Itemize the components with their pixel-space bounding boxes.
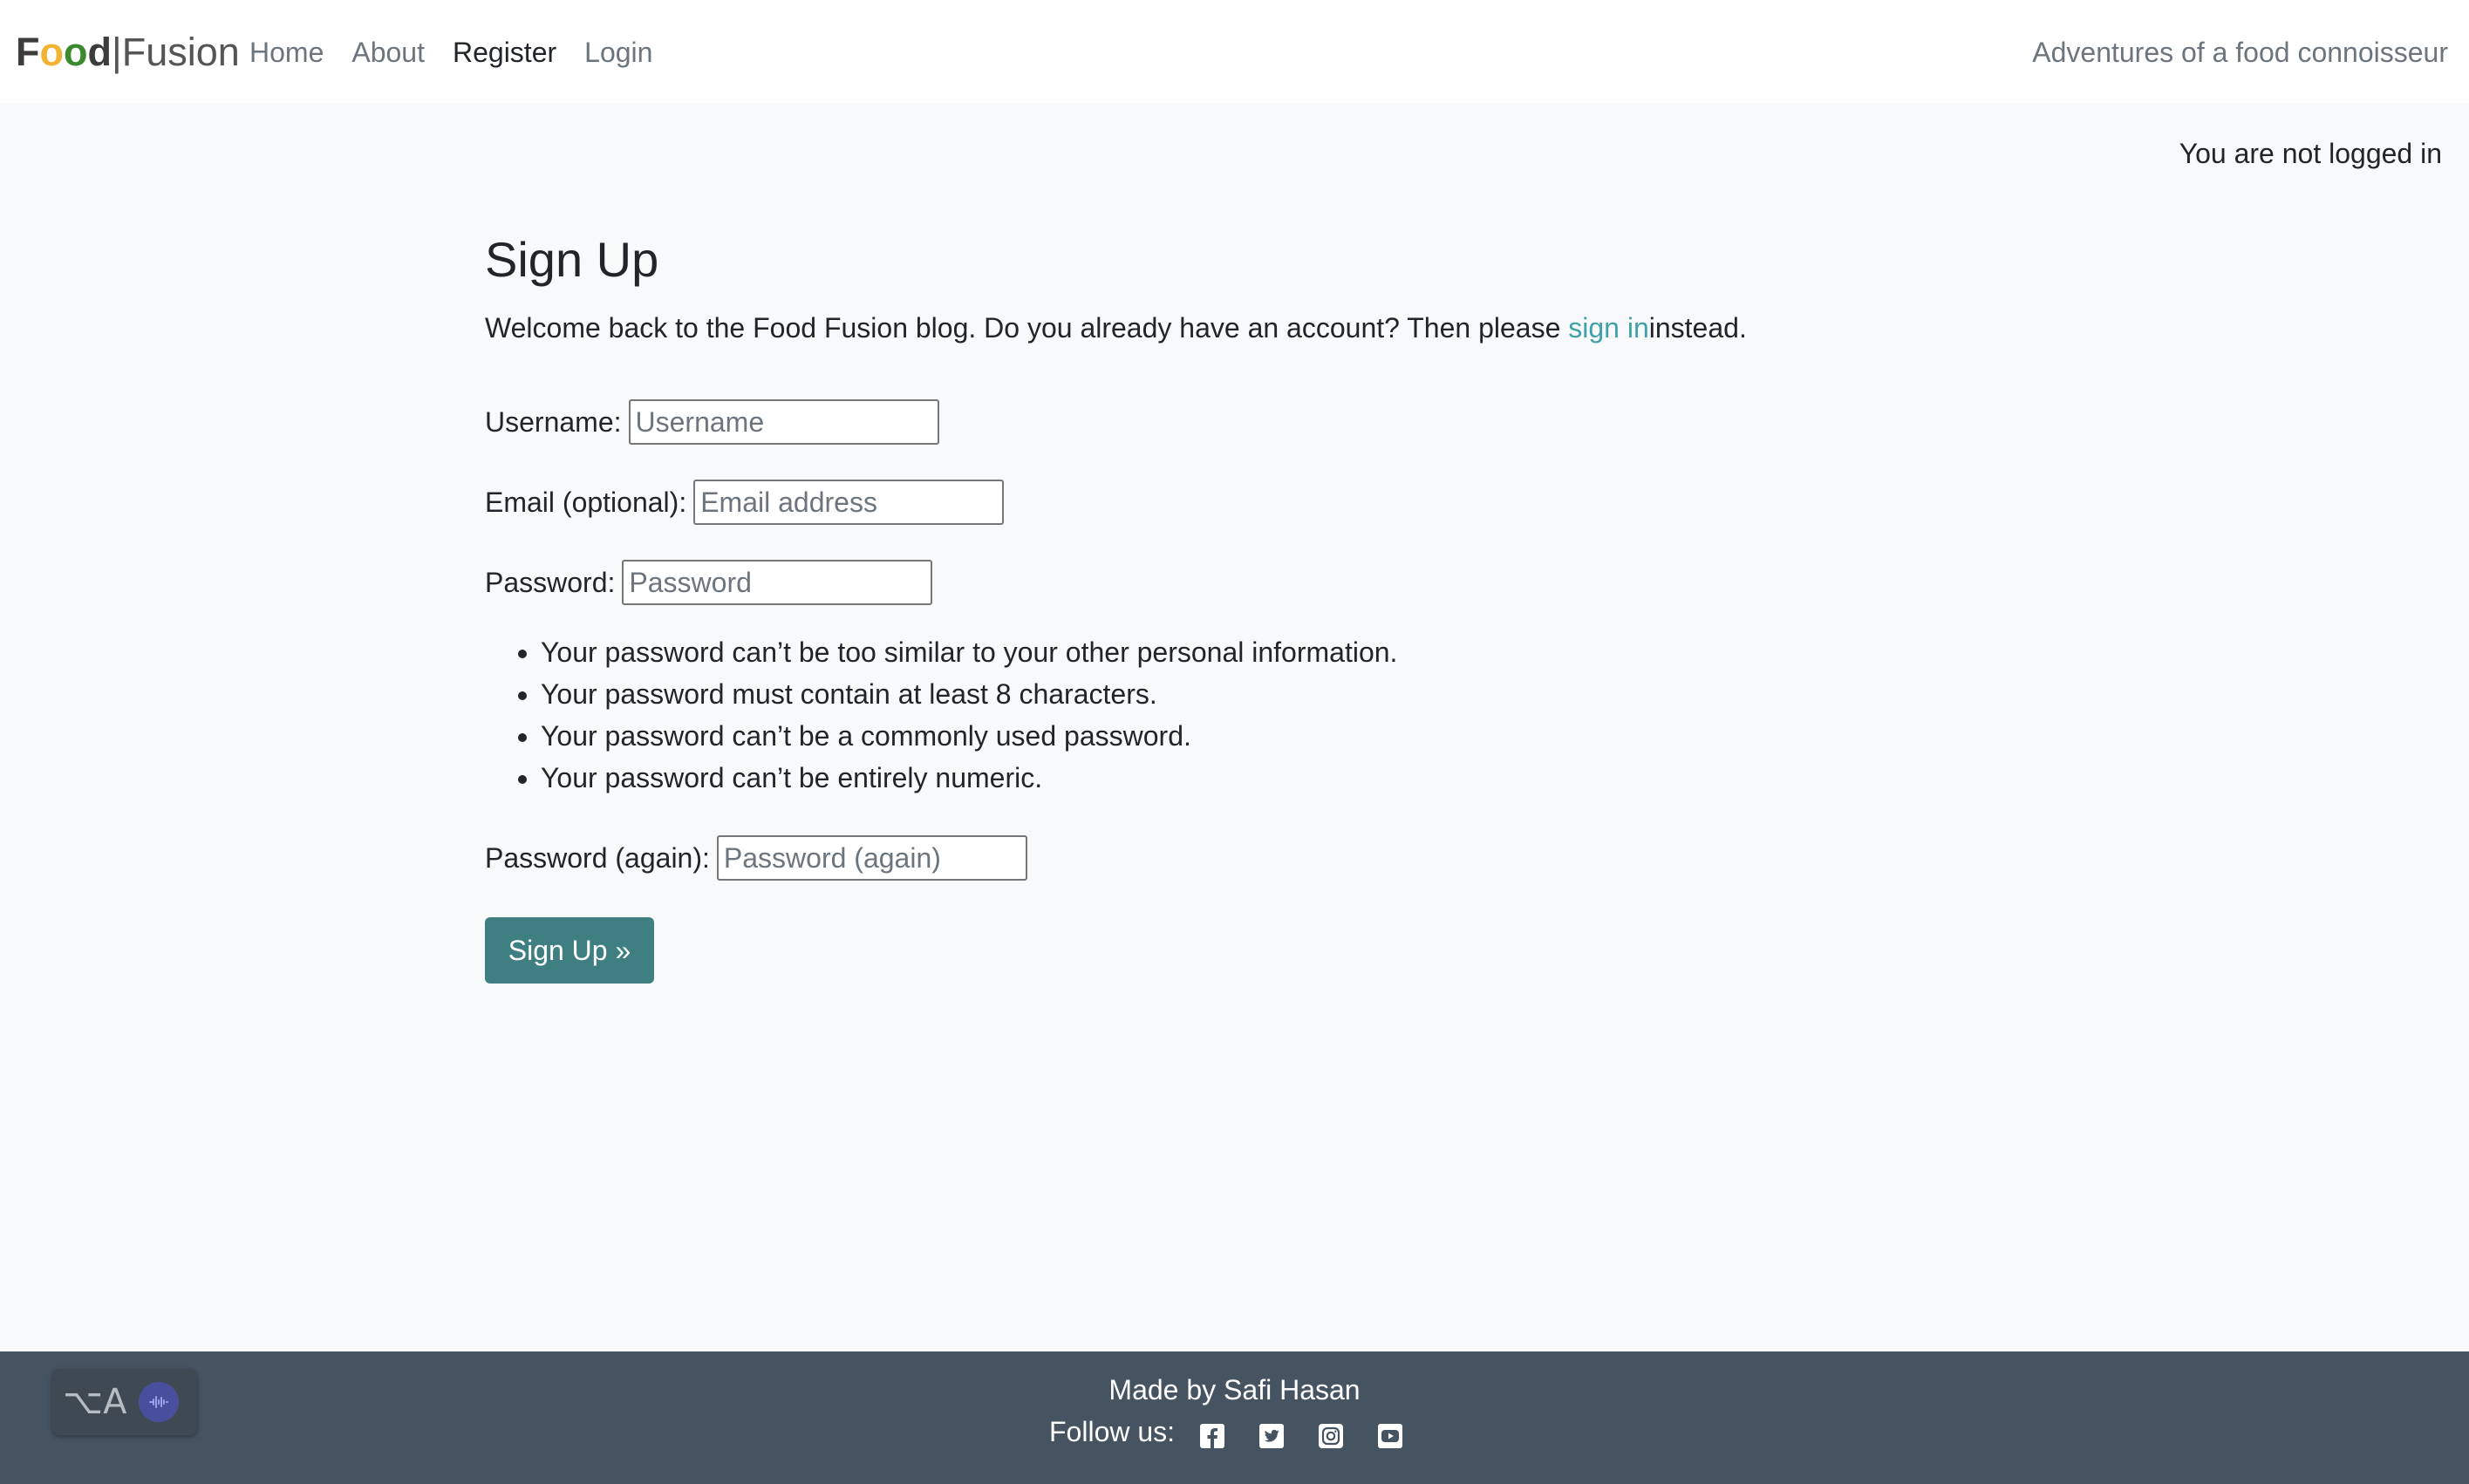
password-label: Password: [485, 566, 616, 598]
username-label: Username: [485, 405, 622, 438]
nav-link-about[interactable]: About [351, 37, 425, 69]
login-status: You are not logged in [2179, 138, 2442, 169]
facebook-icon[interactable] [1199, 1419, 1225, 1448]
password-rule: Your password can’t be too similar to yo… [541, 631, 1397, 673]
brand-letter: o [39, 30, 65, 74]
email-label: Email (optional): [485, 486, 687, 518]
password-again-row: Password (again): [485, 835, 1027, 881]
sign-in-link[interactable]: sign in [1568, 312, 1649, 344]
signup-content: Sign Up Welcome back to the Food Fusion … [485, 225, 2055, 984]
floating-shortcut-widget[interactable]: ⌥A [52, 1369, 197, 1435]
page-title: Sign Up [485, 232, 659, 287]
password-input[interactable] [622, 560, 933, 605]
username-input[interactable] [628, 399, 939, 445]
nav-link-register[interactable]: Register [453, 37, 556, 69]
intro-before: Welcome back to the Food Fusion blog. Do… [485, 312, 1569, 344]
brand-letter: F [16, 30, 40, 74]
nav-links: Home About Register Login [249, 28, 680, 77]
page-footer: Made by Safi Hasan Follow us: [0, 1351, 2469, 1484]
username-row: Username: [485, 399, 939, 445]
email-row: Email (optional): [485, 480, 1005, 525]
brand-food: Food [16, 30, 112, 74]
audio-wave-icon[interactable] [139, 1382, 180, 1422]
password-rule: Your password can’t be entirely numeric. [541, 757, 1397, 799]
brand-fusion: Fusion [121, 30, 240, 74]
twitter-icon[interactable] [1258, 1419, 1285, 1448]
password-again-input[interactable] [716, 835, 1027, 881]
intro-after: instead. [1648, 312, 1747, 344]
follow-us: Follow us: [1049, 1411, 1436, 1453]
sign-up-button[interactable]: Sign Up » [485, 917, 654, 984]
keyboard-shortcut-label: ⌥A [63, 1382, 127, 1422]
top-navbar: Food|Fusion Home About Register Login Ad… [0, 0, 2469, 103]
nav-link-login[interactable]: Login [584, 37, 652, 69]
password-rules: Your password can’t be too similar to yo… [485, 631, 1397, 799]
brand-letter: d [87, 30, 113, 74]
brand-letter: o [64, 30, 88, 74]
brand-logo[interactable]: Food|Fusion [16, 26, 240, 78]
youtube-icon[interactable] [1377, 1419, 1403, 1448]
nav-link-home[interactable]: Home [249, 37, 324, 69]
password-rule: Your password must contain at least 8 ch… [541, 673, 1397, 715]
follow-label: Follow us: [1049, 1416, 1176, 1447]
social-icons [1199, 1419, 1436, 1448]
intro-text: Welcome back to the Food Fusion blog. Do… [485, 307, 2055, 349]
brand-separator: | [112, 30, 122, 74]
password-rule: Your password can’t be a commonly used p… [541, 715, 1397, 757]
password-again-label: Password (again): [485, 841, 710, 874]
made-by-text: Made by Safi Hasan [1108, 1374, 1361, 1406]
site-tagline: Adventures of a food connoisseur [2032, 37, 2448, 68]
instagram-icon[interactable] [1318, 1419, 1344, 1448]
password-row: Password: [485, 560, 933, 605]
email-input[interactable] [693, 480, 1005, 525]
